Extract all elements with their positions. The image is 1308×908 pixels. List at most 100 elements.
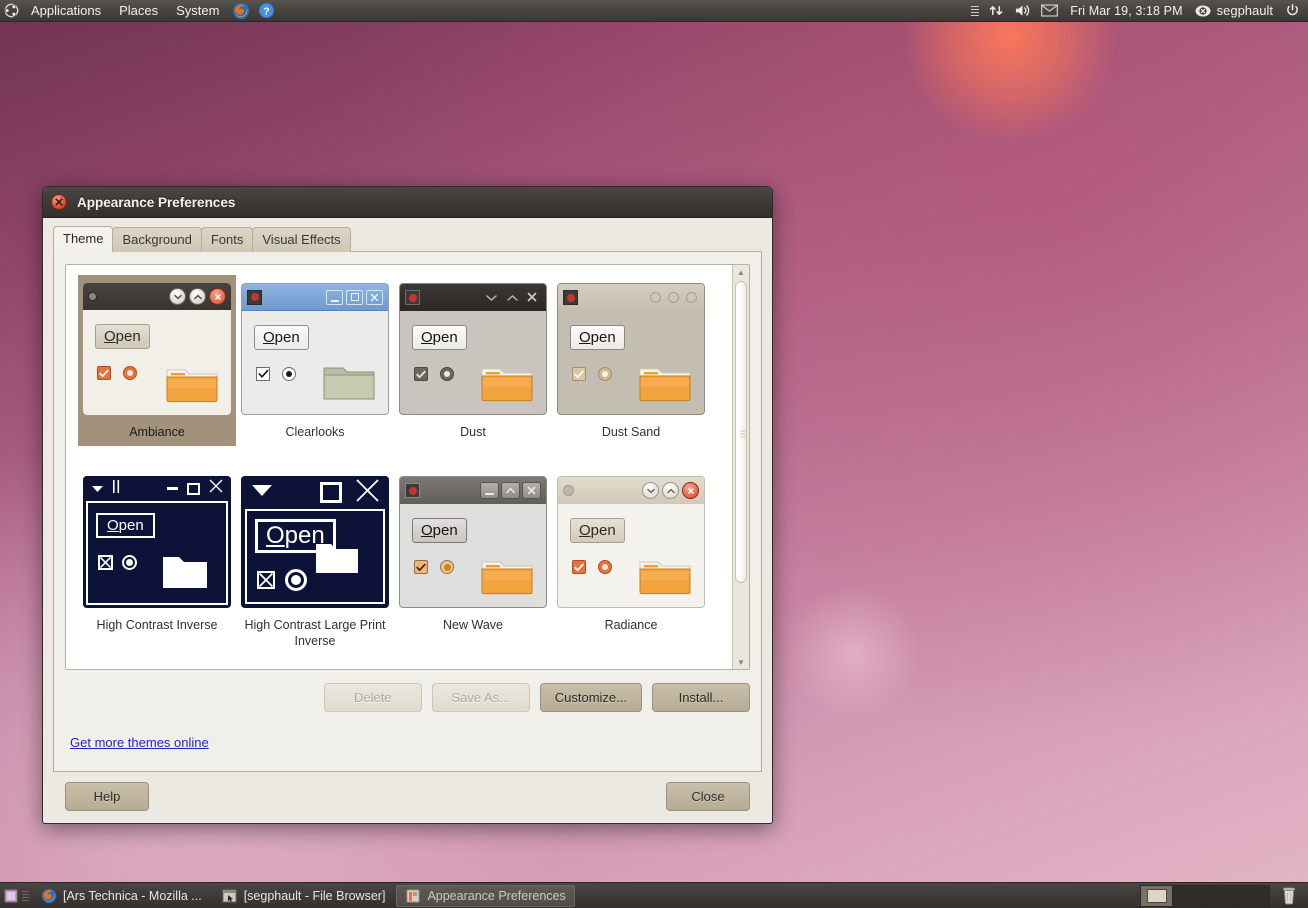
thumb-appmenu-icon bbox=[563, 290, 578, 305]
show-desktop-icon[interactable] bbox=[0, 883, 22, 908]
delete-button[interactable]: Delete bbox=[323, 683, 422, 712]
thumb-close-icon bbox=[682, 482, 699, 499]
file-browser-icon bbox=[222, 888, 238, 904]
theme-item-high-contrast-large-print-inverse[interactable]: Open High Contrast Large Print Inverse bbox=[236, 468, 394, 655]
thumb-radio-icon bbox=[440, 367, 454, 381]
thumb-menu-triangle-icon bbox=[91, 480, 104, 498]
volume-icon[interactable] bbox=[1010, 0, 1035, 22]
theme-item-dust[interactable]: Open Dust bbox=[394, 275, 552, 446]
workspace-2[interactable] bbox=[1173, 885, 1205, 906]
tab-background[interactable]: Background bbox=[112, 227, 202, 252]
theme-label: Clearlooks bbox=[285, 425, 345, 439]
theme-label: High Contrast Large Print Inverse bbox=[244, 618, 386, 648]
theme-row: Open bbox=[78, 275, 732, 446]
taskbar-right-area bbox=[1140, 884, 1308, 907]
window-titlebar[interactable]: Appearance Preferences bbox=[43, 187, 772, 218]
tab-theme[interactable]: Theme bbox=[53, 226, 114, 252]
panel-clock[interactable]: Fri Mar 19, 3:18 PM bbox=[1064, 4, 1188, 18]
theme-item-ambiance[interactable]: Open Ambiance bbox=[78, 275, 236, 446]
thumb-maximize-icon bbox=[320, 482, 342, 503]
scrollbar-track[interactable] bbox=[733, 279, 749, 655]
thumb-minimize-icon bbox=[481, 289, 502, 307]
thumb-checkbox-icon bbox=[257, 571, 275, 589]
close-button[interactable]: Close bbox=[666, 782, 750, 811]
scrollbar-thumb[interactable] bbox=[735, 281, 747, 583]
thumb-open-button: Open bbox=[95, 324, 150, 349]
panel-indicators: Fri Mar 19, 3:18 PM segphault bbox=[967, 0, 1308, 22]
thumb-folder-icon bbox=[162, 553, 216, 593]
theme-thumbnail-new-wave: Open bbox=[399, 476, 547, 608]
theme-item-radiance[interactable]: Open Radiance bbox=[552, 468, 710, 655]
taskbar-grip-icon bbox=[22, 887, 29, 905]
customize-button[interactable]: Customize... bbox=[539, 683, 642, 712]
user-status-busy-icon[interactable] bbox=[1191, 0, 1215, 22]
help-launcher-icon[interactable]: ? bbox=[254, 0, 279, 22]
workspace-1[interactable] bbox=[1141, 885, 1173, 906]
thumb-maximize-icon bbox=[502, 289, 523, 307]
messaging-envelope-icon[interactable] bbox=[1037, 0, 1062, 22]
theme-item-dust-sand[interactable]: Open Dust Sand bbox=[552, 275, 710, 446]
task-button-appearance-preferences[interactable]: Appearance Preferences bbox=[396, 884, 575, 907]
thumb-appmenu-icon bbox=[405, 483, 420, 498]
theme-list-scrollbar[interactable]: ▲ ▼ bbox=[732, 265, 749, 669]
task-button-file-browser[interactable]: [segphault - File Browser] bbox=[213, 885, 395, 907]
window-body: Theme Background Fonts Visual Effects Op… bbox=[43, 218, 772, 823]
thumb-maximize-icon bbox=[189, 288, 206, 305]
thumb-radio-icon bbox=[285, 569, 307, 591]
thumb-maximize-icon bbox=[187, 482, 200, 495]
bottom-taskbar: [Ars Technica - Mozilla ... [segphault -… bbox=[0, 882, 1308, 908]
thumb-appmenu-icon bbox=[405, 290, 420, 305]
help-button[interactable]: Help bbox=[65, 782, 149, 811]
thumb-open-button: Open bbox=[96, 513, 155, 538]
ubuntu-logo-icon[interactable] bbox=[0, 0, 22, 22]
thumb-bars-icon bbox=[112, 479, 121, 498]
install-button[interactable]: Install... bbox=[652, 683, 750, 712]
menu-applications[interactable]: Applications bbox=[22, 0, 110, 21]
task-label: [Ars Technica - Mozilla ... bbox=[63, 888, 202, 903]
theme-label: Radiance bbox=[604, 618, 658, 632]
thumb-close-icon bbox=[209, 288, 226, 305]
scroll-up-arrow-icon[interactable]: ▲ bbox=[733, 265, 749, 279]
thumb-close-icon bbox=[366, 289, 383, 305]
save-as-button[interactable]: Save As... bbox=[431, 683, 530, 712]
theme-item-high-contrast-inverse[interactable]: Open High Contrast Inverse bbox=[78, 468, 236, 655]
window-close-icon[interactable] bbox=[51, 194, 67, 210]
workspace-3[interactable] bbox=[1205, 885, 1237, 906]
thumb-close-icon bbox=[522, 482, 541, 499]
power-icon[interactable] bbox=[1281, 0, 1304, 22]
task-label: [segphault - File Browser] bbox=[243, 888, 386, 903]
thumb-close-icon bbox=[356, 478, 379, 507]
theme-thumbnail-clearlooks: Open bbox=[241, 283, 389, 415]
thumb-folder-icon bbox=[480, 555, 534, 595]
scroll-down-arrow-icon[interactable]: ▼ bbox=[733, 655, 749, 669]
thumb-open-button: Open bbox=[412, 518, 467, 543]
theme-item-new-wave[interactable]: Open New Wave bbox=[394, 468, 552, 655]
panel-username[interactable]: segphault bbox=[1217, 3, 1279, 18]
task-button-firefox[interactable]: [Ars Technica - Mozilla ... bbox=[32, 885, 211, 907]
network-transfer-icon[interactable] bbox=[985, 0, 1008, 22]
thumb-maximize-icon bbox=[668, 292, 679, 303]
theme-item-clearlooks[interactable]: Open Clearlooks bbox=[236, 275, 394, 446]
theme-label: Dust Sand bbox=[601, 425, 661, 439]
firefox-launcher-icon[interactable] bbox=[228, 0, 254, 22]
tab-visual-effects[interactable]: Visual Effects bbox=[252, 227, 351, 252]
workspace-switcher[interactable] bbox=[1140, 884, 1270, 907]
thumb-checkbox-icon bbox=[98, 555, 113, 570]
thumb-minimize-icon bbox=[642, 482, 659, 499]
get-more-themes-link[interactable]: Get more themes online bbox=[70, 735, 209, 750]
thumb-folder-icon bbox=[322, 362, 376, 402]
trash-icon[interactable] bbox=[1276, 885, 1302, 907]
list-indicator-icon[interactable] bbox=[967, 0, 983, 22]
thumb-minimize-icon bbox=[169, 288, 186, 305]
menu-system[interactable]: System bbox=[167, 0, 228, 21]
thumb-menu-triangle-icon bbox=[251, 483, 273, 502]
theme-list-scrollarea: Open Ambiance Open Clearlooks Open Dust … bbox=[65, 264, 750, 670]
thumb-radio-icon bbox=[598, 560, 612, 574]
workspace-4[interactable] bbox=[1237, 885, 1269, 906]
theme-row: Open bbox=[78, 468, 732, 655]
menu-places[interactable]: Places bbox=[110, 0, 167, 21]
dialog-footer: Help Close bbox=[53, 772, 762, 823]
tab-fonts[interactable]: Fonts bbox=[200, 227, 254, 252]
thumb-minimize-icon bbox=[326, 289, 343, 305]
thumb-checkbox-icon bbox=[97, 366, 111, 380]
